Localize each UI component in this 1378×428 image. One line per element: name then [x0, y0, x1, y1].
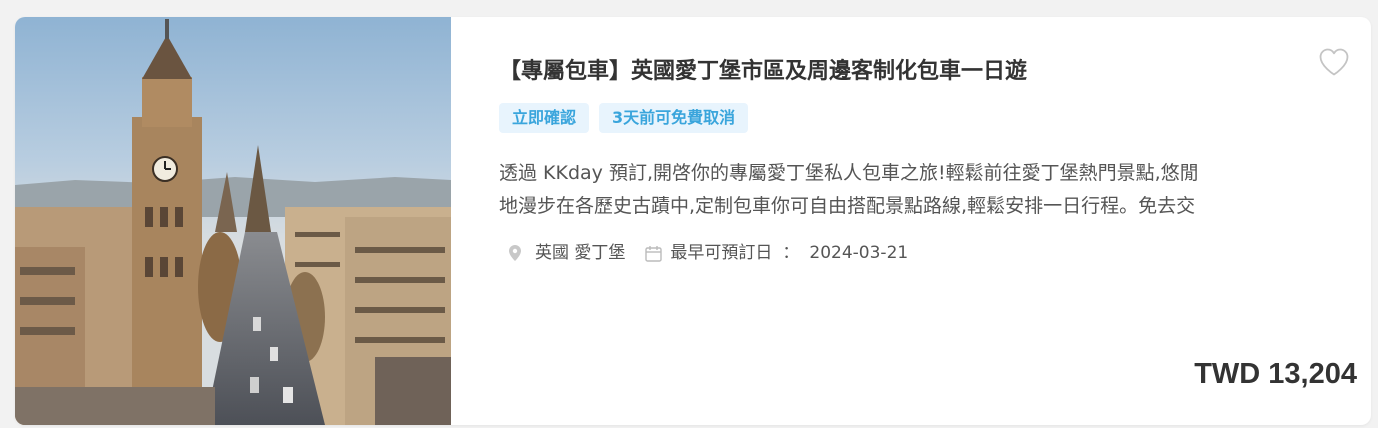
product-description: 透過 KKday 預訂,開啓你的專屬愛丁堡私人包車之旅!輕鬆前往愛丁堡熱門景點,… — [499, 157, 1349, 223]
product-photo[interactable] — [15, 17, 451, 425]
description-line: 透過 KKday 預訂,開啓你的專屬愛丁堡私人包車之旅!輕鬆前往愛丁堡熱門景點,… — [499, 162, 1199, 184]
product-card[interactable]: 【專屬包車】英國愛丁堡市區及周邊客制化包車一日遊 立即確認 3天前可免費取消 透… — [15, 17, 1371, 425]
product-title[interactable]: 【專屬包車】英國愛丁堡市區及周邊客制化包車一日遊 — [499, 57, 1027, 87]
earliest-date-label: 最早可預訂日 — [670, 243, 773, 263]
map-pin-icon — [509, 245, 521, 261]
product-details: 【專屬包車】英國愛丁堡市區及周邊客制化包車一日遊 立即確認 3天前可免費取消 透… — [499, 17, 1357, 425]
tag-list: 立即確認 3天前可免費取消 — [499, 103, 749, 133]
calendar-icon — [645, 245, 663, 262]
location-text: 英國 愛丁堡 — [535, 243, 626, 263]
edinburgh-city-image — [15, 17, 451, 425]
product-meta: 英國 愛丁堡 最早可預訂日 ： 2024-03-21 — [509, 239, 908, 267]
free-cancel-badge: 3天前可免費取消 — [599, 103, 749, 133]
price: TWD 13,204 — [1194, 358, 1357, 390]
heart-outline-icon[interactable] — [1318, 47, 1350, 77]
earliest-date-separator: ： — [782, 243, 800, 263]
description-line: 地漫步在各歷史古蹟中,定制包車你可自由搭配景點路線,輕鬆安排一日行程。免去交 — [499, 195, 1196, 217]
earliest-date-value: 2024-03-21 — [809, 243, 909, 263]
instant-confirm-badge: 立即確認 — [499, 103, 590, 133]
